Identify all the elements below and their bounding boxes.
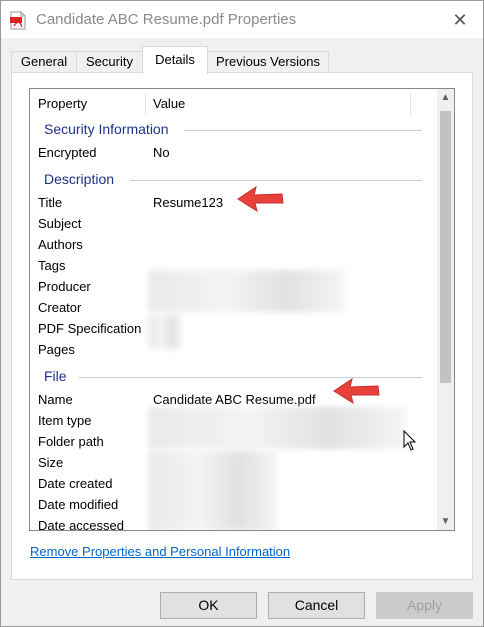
title-bar: Candidate ABC Resume.pdf Properties ✕	[0, 0, 484, 38]
property-label: PDF Specification	[38, 321, 142, 336]
property-value: Resume123	[153, 195, 224, 210]
redacted-region	[148, 407, 406, 449]
tab-details[interactable]: Details	[142, 46, 208, 74]
list-header: Property Value	[30, 89, 439, 119]
column-header-value[interactable]: Value	[153, 96, 185, 111]
property-value: No	[153, 145, 170, 160]
property-label: Date created	[38, 476, 113, 491]
details-panel: Property Value Security Information Encr…	[11, 72, 473, 580]
group-header-description: Description	[44, 171, 115, 187]
properties-list[interactable]: Property Value Security Information Encr…	[29, 88, 455, 531]
group-divider	[130, 180, 422, 181]
scroll-down-arrow-icon[interactable]: ▼	[437, 513, 454, 530]
column-divider[interactable]	[145, 93, 146, 115]
property-label: Producer	[38, 279, 91, 294]
property-label: Item type	[38, 413, 92, 428]
property-label: Creator	[38, 300, 82, 315]
property-label: Date modified	[38, 497, 119, 512]
redacted-region	[148, 315, 182, 349]
group-divider	[184, 130, 422, 131]
red-arrow-icon	[237, 185, 284, 213]
property-label: Encrypted	[38, 145, 97, 160]
property-label: Name	[38, 392, 73, 407]
property-label: Size	[38, 455, 64, 470]
property-label: Authors	[38, 237, 83, 252]
redacted-region	[148, 270, 346, 312]
property-label: Date accessed	[38, 518, 124, 531]
apply-button[interactable]: Apply	[376, 592, 473, 619]
scroll-up-arrow-icon[interactable]: ▲	[437, 89, 454, 106]
scrollbar-thumb[interactable]	[440, 111, 451, 383]
property-value: Candidate ABC Resume.pdf	[153, 392, 316, 407]
remove-properties-link[interactable]: Remove Properties and Personal Informati…	[30, 544, 290, 559]
cancel-button[interactable]: Cancel	[268, 592, 365, 619]
group-header-file: File	[44, 368, 67, 384]
close-icon[interactable]: ✕	[449, 9, 471, 31]
column-divider[interactable]	[410, 93, 411, 115]
tab-general[interactable]: General	[11, 51, 77, 73]
red-arrow-icon	[333, 377, 380, 405]
property-label: Pages	[38, 342, 75, 357]
mouse-pointer-icon	[403, 430, 417, 451]
tab-previous-versions[interactable]: Previous Versions	[207, 51, 329, 73]
window-title: Candidate ABC Resume.pdf Properties	[36, 11, 297, 28]
pdf-file-icon	[10, 11, 26, 30]
property-label: Folder path	[38, 434, 104, 449]
ok-button[interactable]: OK	[160, 592, 257, 619]
vertical-scrollbar[interactable]: ▲ ▼	[437, 89, 454, 530]
column-header-property[interactable]: Property	[38, 96, 87, 111]
property-label: Tags	[38, 258, 66, 273]
group-header-security: Security Information	[44, 121, 169, 137]
property-label: Title	[38, 195, 63, 210]
property-label: Subject	[38, 216, 82, 231]
redacted-region	[148, 451, 278, 530]
tab-security[interactable]: Security	[76, 51, 143, 73]
